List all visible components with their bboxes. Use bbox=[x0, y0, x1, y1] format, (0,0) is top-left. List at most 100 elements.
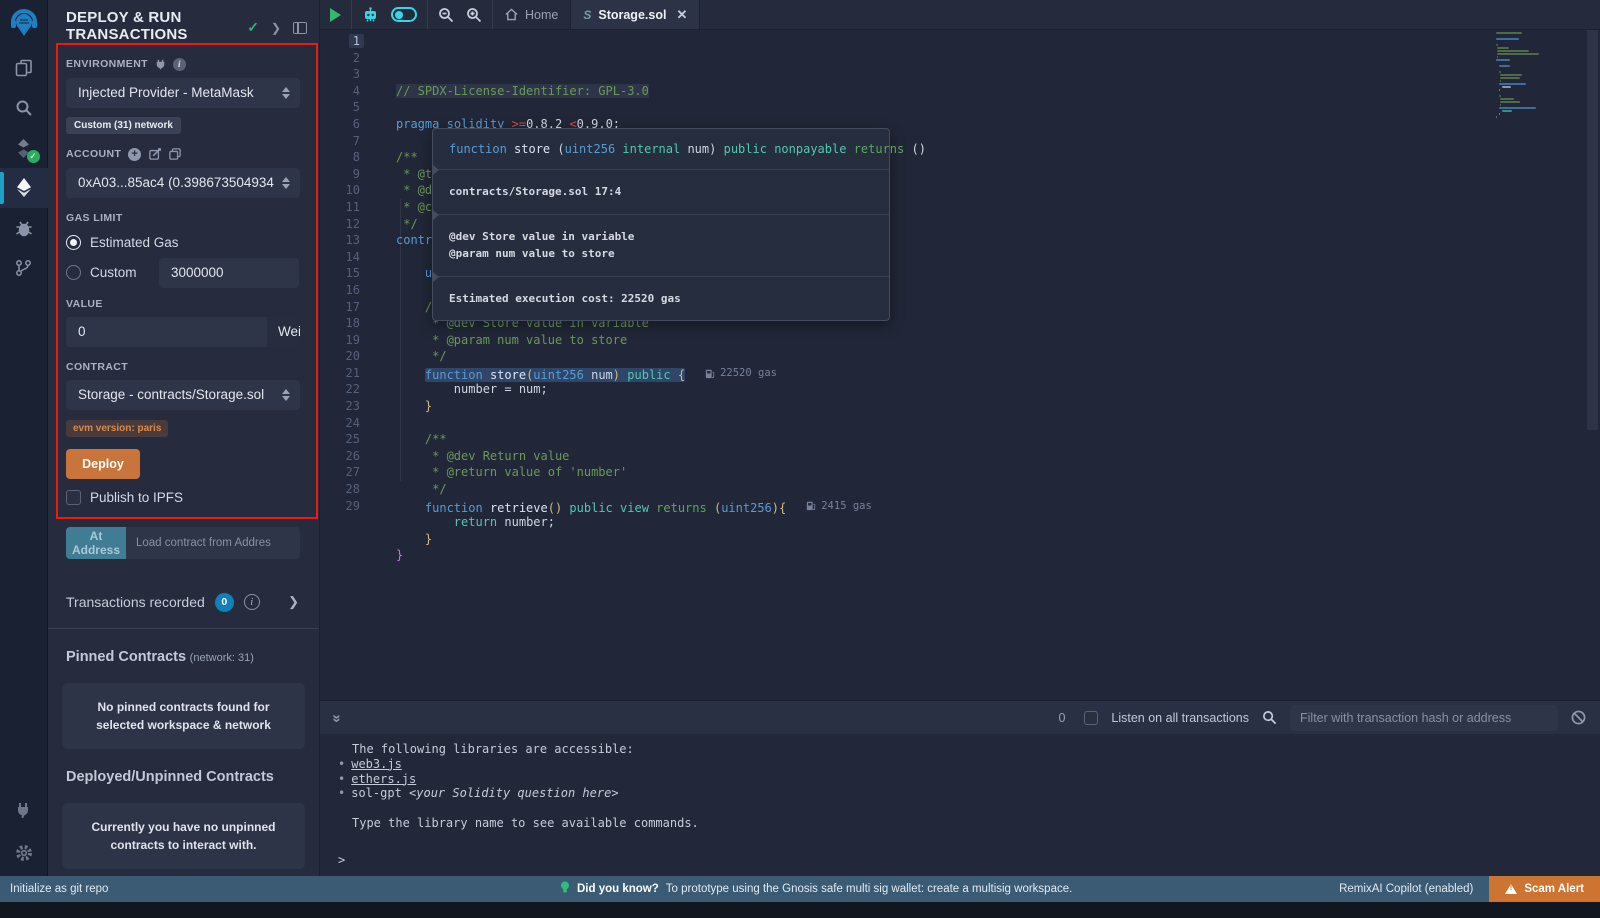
publish-ipfs-checkbox[interactable] bbox=[66, 490, 81, 505]
code-line: function store(uint256 num) public {2252… bbox=[396, 365, 1600, 382]
tab-close-icon[interactable]: ✕ bbox=[676, 7, 687, 23]
minimap-line bbox=[1497, 47, 1509, 49]
editor-scrollbar[interactable] bbox=[1587, 30, 1598, 700]
evm-version-badge: evm version: paris bbox=[66, 420, 168, 437]
line-number: 24 bbox=[320, 415, 376, 432]
terminal-line: •web3.js bbox=[338, 757, 1600, 772]
contract-select[interactable]: Storage - contracts/Storage.sol bbox=[66, 380, 300, 410]
zoom-out-icon[interactable] bbox=[438, 7, 454, 23]
estimated-gas-option[interactable]: Estimated Gas bbox=[66, 232, 299, 254]
deploy-button[interactable]: Deploy bbox=[66, 449, 140, 479]
terminal-filter-input[interactable] bbox=[1290, 705, 1558, 731]
zoom-in-icon[interactable] bbox=[466, 7, 482, 23]
debugger-icon[interactable] bbox=[0, 208, 48, 248]
minimap-line bbox=[1499, 95, 1501, 97]
code-line: * @param num value to store bbox=[396, 332, 1600, 349]
terminal-search-icon[interactable] bbox=[1262, 710, 1277, 725]
deploy-run-panel: DEPLOY & RUN TRANSACTIONS ✓ ❯ ENVIRONMEN… bbox=[48, 0, 320, 876]
tab-storage-sol[interactable]: S Storage.sol ✕ bbox=[570, 0, 700, 29]
git-init-status[interactable]: Initialize as git repo bbox=[0, 883, 560, 895]
terminal-prompt[interactable]: > bbox=[338, 853, 345, 868]
code-editor[interactable]: 1234567891011121314151617181920212223242… bbox=[320, 30, 1600, 700]
contract-value: Storage - contracts/Storage.sol bbox=[78, 387, 276, 402]
listen-transactions-checkbox[interactable] bbox=[1084, 711, 1098, 725]
tooltip-location: contracts/Storage.sol 17:4 bbox=[433, 169, 889, 214]
plug-icon[interactable] bbox=[155, 59, 166, 70]
search-icon[interactable] bbox=[0, 88, 48, 128]
clear-console-icon[interactable] bbox=[1571, 710, 1586, 725]
ai-copilot-group bbox=[352, 0, 428, 29]
scrollbar-thumb[interactable] bbox=[1587, 30, 1598, 430]
git-icon[interactable] bbox=[0, 248, 48, 288]
transactions-expand-icon[interactable]: ❯ bbox=[288, 594, 299, 610]
at-address-button[interactable]: At Address bbox=[66, 527, 126, 559]
custom-gas-input[interactable] bbox=[159, 258, 299, 288]
main-column: Home S Storage.sol ✕ 1234567891011121314… bbox=[320, 0, 1600, 876]
publish-ipfs-label: Publish to IPFS bbox=[90, 490, 183, 505]
add-account-icon[interactable]: + bbox=[128, 148, 141, 161]
minimap-line bbox=[1496, 44, 1498, 46]
editor-minimap[interactable] bbox=[1496, 32, 1554, 119]
line-number: 15 bbox=[320, 265, 376, 282]
terminal-count: 0 bbox=[1058, 711, 1065, 725]
library-link[interactable]: ethers.js bbox=[351, 772, 416, 786]
custom-gas-radio[interactable] bbox=[66, 265, 81, 280]
ai-robot-icon[interactable] bbox=[362, 7, 379, 23]
solidity-compiler-icon[interactable]: ✓ bbox=[0, 128, 48, 168]
minimap-line bbox=[1500, 101, 1520, 103]
transactions-info-icon[interactable]: i bbox=[244, 594, 260, 610]
at-address-input[interactable] bbox=[126, 527, 300, 559]
workbench: ✓ DEPLOY & RUN TRANSACTIONS ✓ ❯ bbox=[0, 0, 1600, 876]
library-link[interactable]: web3.js bbox=[351, 757, 402, 771]
copy-account-icon[interactable] bbox=[169, 148, 181, 160]
scam-alert-button[interactable]: Scam Alert bbox=[1489, 876, 1600, 902]
custom-gas-option[interactable]: Custom bbox=[66, 262, 299, 284]
custom-gas-label: Custom bbox=[90, 265, 137, 280]
hover-tooltip: function store (uint256 internal num) pu… bbox=[432, 128, 890, 321]
warning-icon bbox=[1505, 884, 1517, 894]
terminal-output[interactable]: The following libraries are accessible:•… bbox=[320, 734, 1600, 876]
pinned-contracts-empty: No pinned contracts found for selected w… bbox=[62, 683, 305, 749]
tab-home[interactable]: Home bbox=[493, 0, 570, 29]
network-badge: Custom (31) network bbox=[66, 117, 181, 134]
copilot-toggle[interactable] bbox=[391, 7, 417, 22]
solidity-file-icon: S bbox=[583, 8, 591, 22]
lightbulb-icon bbox=[560, 881, 570, 897]
minimap-line bbox=[1496, 59, 1510, 61]
code-line bbox=[396, 415, 1600, 432]
minimap-line bbox=[1500, 98, 1514, 100]
select-arrows-icon bbox=[282, 177, 290, 189]
deploy-and-run-icon[interactable] bbox=[0, 168, 48, 208]
expand-terminal-icon[interactable]: » bbox=[329, 714, 346, 720]
remix-logo-icon[interactable] bbox=[0, 0, 48, 48]
environment-info-icon[interactable]: i bbox=[173, 58, 186, 71]
bottom-strip bbox=[0, 902, 1600, 918]
environment-label: ENVIRONMENT bbox=[66, 58, 148, 70]
panel-chevron-icon[interactable]: ❯ bbox=[271, 21, 281, 35]
tooltip-signature: function store (uint256 internal num) pu… bbox=[433, 129, 889, 169]
settings-icon[interactable] bbox=[0, 830, 48, 876]
value-unit-select[interactable]: Wei bbox=[267, 317, 300, 347]
pin-panel-icon[interactable] bbox=[293, 22, 307, 34]
status-bar: Initialize as git repo Did you know? To … bbox=[0, 876, 1600, 902]
code-line: * @dev Return value bbox=[396, 448, 1600, 465]
code-line: // SPDX-License-Identifier: GPL-3.0 bbox=[396, 83, 1600, 100]
minimap-line bbox=[1499, 65, 1510, 67]
listen-transactions-label: Listen on all transactions bbox=[1111, 711, 1249, 725]
copilot-status[interactable]: RemixAI Copilot (enabled) bbox=[1339, 883, 1473, 895]
tooltip-doc: @dev Store value in variable @param num … bbox=[433, 214, 889, 276]
value-label: VALUE bbox=[66, 298, 299, 310]
plugin-manager-icon[interactable] bbox=[0, 790, 48, 830]
run-script-icon[interactable] bbox=[330, 8, 341, 22]
terminal-line: •ethers.js bbox=[338, 772, 1600, 787]
value-input[interactable] bbox=[66, 317, 267, 347]
environment-select[interactable]: Injected Provider - MetaMask bbox=[66, 78, 300, 108]
code-line: } bbox=[396, 531, 1600, 548]
sign-message-icon[interactable] bbox=[149, 148, 161, 160]
panel-header: DEPLOY & RUN TRANSACTIONS ✓ ❯ bbox=[48, 0, 319, 44]
publish-ipfs-row[interactable]: Publish to IPFS bbox=[66, 490, 299, 505]
pinned-contracts-header: Pinned Contracts (network: 31) bbox=[48, 629, 319, 665]
account-select[interactable]: 0xA03...85ac4 (0.398673504934 bbox=[66, 168, 300, 198]
file-explorer-icon[interactable] bbox=[0, 48, 48, 88]
estimated-gas-radio[interactable] bbox=[66, 235, 81, 250]
